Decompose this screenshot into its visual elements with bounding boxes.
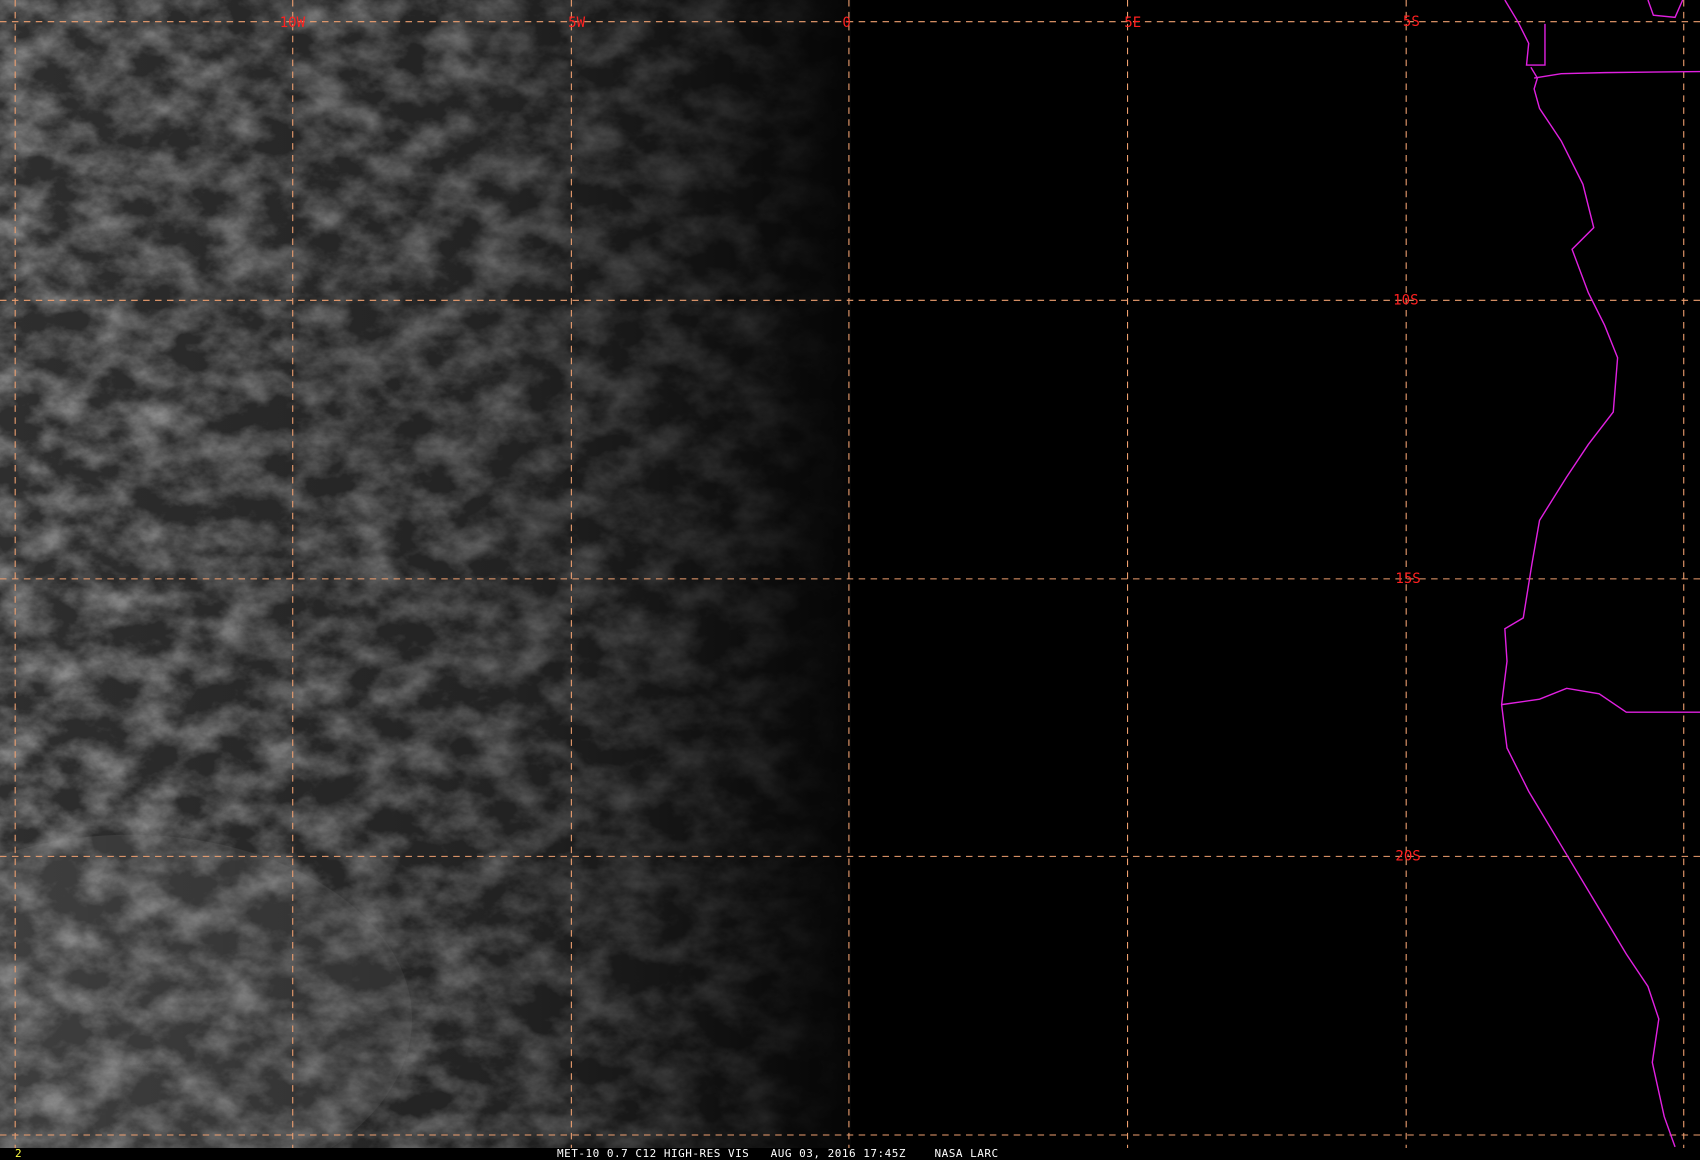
lat-label: 10S bbox=[1393, 293, 1418, 309]
caption-bar: 2 MET-10 0.7 C12 HIGH-RES VIS AUG 03, 20… bbox=[0, 1148, 1700, 1160]
lon-label: 0 bbox=[842, 15, 850, 31]
satellite-image-viewer: 10W 5W 0 5E 5S 10S 15S 20S 2 MET-10 0.7 … bbox=[0, 0, 1700, 1160]
image-caption: MET-10 0.7 C12 HIGH-RES VIS AUG 03, 2016… bbox=[557, 1147, 999, 1160]
lat-label: 5S bbox=[1403, 14, 1420, 30]
lat-label: 15S bbox=[1395, 571, 1420, 587]
satellite-map: 10W 5W 0 5E 5S 10S 15S 20S bbox=[0, 0, 1700, 1148]
frame-number: 2 bbox=[15, 1147, 22, 1160]
lat-label: 20S bbox=[1395, 849, 1420, 865]
coastline bbox=[1500, 0, 1700, 1148]
cloud-imagery bbox=[0, 0, 852, 1148]
lon-label: 10W bbox=[280, 15, 306, 31]
lon-label: 5E bbox=[1124, 15, 1141, 31]
lon-label: 5W bbox=[568, 15, 585, 31]
